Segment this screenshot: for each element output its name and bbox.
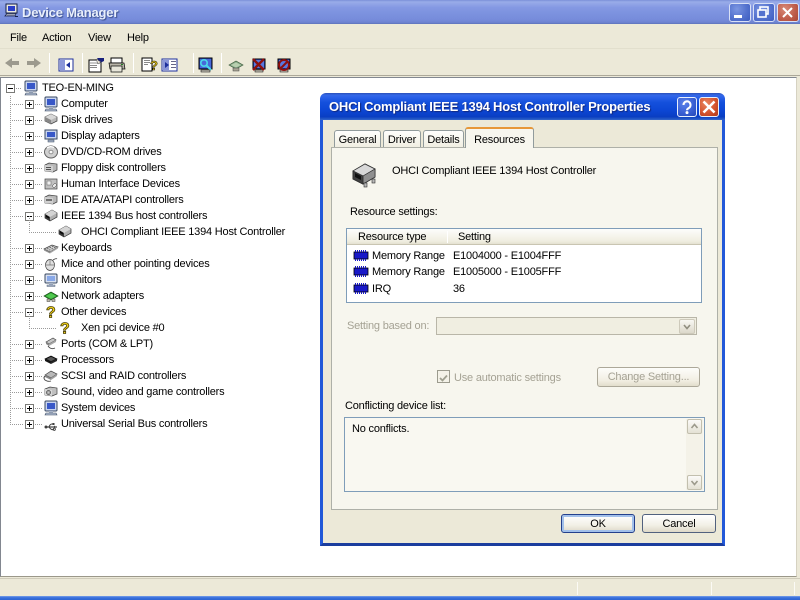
svg-text:?: ? <box>60 321 70 337</box>
svg-text:?: ? <box>150 58 158 73</box>
svg-text:?: ? <box>46 305 56 321</box>
